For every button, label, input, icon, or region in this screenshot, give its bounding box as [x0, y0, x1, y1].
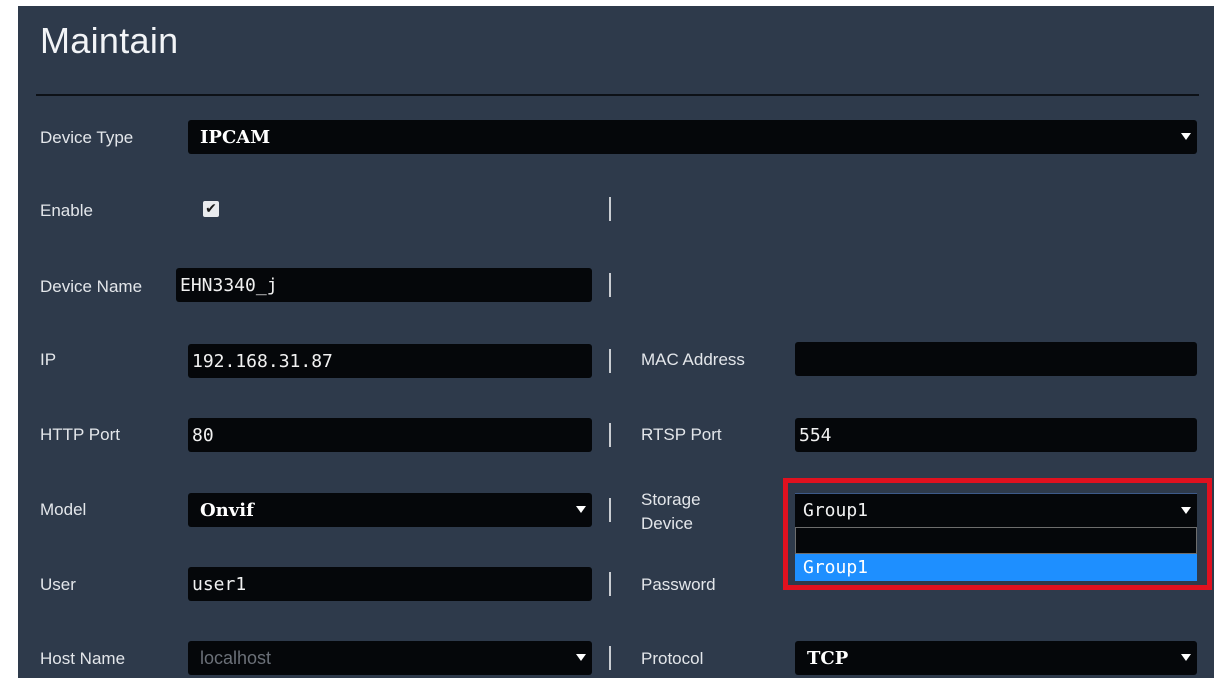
ip-input[interactable]: 192.168.31.87	[188, 344, 592, 378]
protocol-select[interactable]: TCP	[795, 641, 1197, 675]
screen-border-right	[1214, 0, 1221, 683]
storage-device-select[interactable]: Group1	[795, 493, 1197, 527]
column-separator	[609, 197, 611, 221]
ip-label: IP	[40, 350, 57, 369]
user-input[interactable]: user1	[188, 567, 592, 601]
device-type-select[interactable]: IPCAM	[188, 120, 1197, 154]
mac-address-label: MAC Address	[641, 350, 745, 369]
rtsp-port-label: RTSP Port	[641, 425, 722, 444]
rtsp-port-input[interactable]: 554	[795, 418, 1197, 452]
device-name-label: Device Name	[40, 277, 143, 296]
title-divider	[36, 94, 1199, 96]
http-port-input[interactable]: 80	[188, 418, 592, 452]
protocol-label: Protocol	[641, 649, 704, 668]
column-separator	[609, 498, 611, 522]
storage-device-label: Storage Device	[641, 488, 701, 536]
column-separator	[609, 572, 611, 596]
host-name-value: localhost	[200, 647, 272, 668]
device-type-value: IPCAM	[200, 126, 271, 148]
storage-device-label-line2: Device	[641, 514, 693, 533]
user-label: User	[40, 575, 76, 594]
storage-device-option-group1[interactable]: Group1	[795, 554, 1197, 581]
mac-address-input[interactable]	[795, 342, 1197, 376]
storage-device-value: Group1	[803, 500, 869, 521]
chevron-down-icon	[1181, 654, 1191, 661]
screen-border-bottom	[0, 678, 1221, 683]
chevron-down-icon	[576, 654, 586, 661]
chevron-down-icon	[1181, 133, 1191, 140]
model-label: Model	[40, 500, 87, 519]
device-name-input[interactable]: EHN3340_j	[176, 268, 592, 302]
password-label: Password	[641, 575, 716, 594]
storage-device-option-empty[interactable]	[795, 527, 1197, 554]
model-select[interactable]: Onvif	[188, 493, 592, 527]
chevron-down-icon	[1181, 507, 1191, 514]
host-name-label: Host Name	[40, 649, 126, 668]
page-title: Maintain	[40, 20, 179, 61]
chevron-down-icon	[576, 506, 586, 513]
enable-checkbox[interactable]: ✔	[203, 201, 219, 217]
enable-label: Enable	[40, 201, 93, 220]
column-separator	[609, 423, 611, 447]
host-name-select[interactable]: localhost	[188, 641, 592, 675]
column-separator	[609, 646, 611, 670]
device-type-label: Device Type	[40, 128, 134, 147]
column-separator	[609, 273, 611, 297]
storage-device-label-line1: Storage	[641, 490, 701, 509]
screen-border-left	[0, 0, 18, 683]
http-port-label: HTTP Port	[40, 425, 120, 444]
screen-border-top	[0, 0, 1221, 6]
model-value: Onvif	[200, 499, 254, 521]
protocol-value: TCP	[807, 647, 849, 669]
column-separator	[609, 349, 611, 373]
